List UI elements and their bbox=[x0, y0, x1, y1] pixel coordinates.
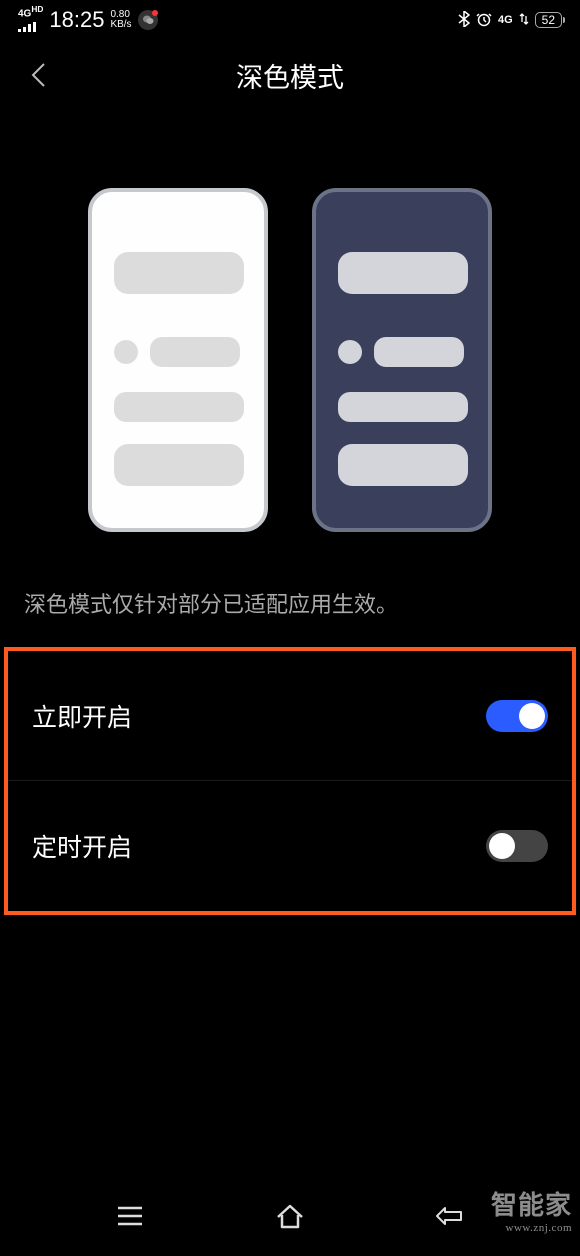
status-left: 4GHD 18:25 0.80 KB/s bbox=[18, 5, 158, 35]
scheduled-label: 定时开启 bbox=[32, 828, 132, 864]
status-right: 4G 52 bbox=[458, 11, 562, 30]
dark-mode-preview[interactable] bbox=[312, 188, 492, 532]
clock: 18:25 bbox=[49, 7, 104, 33]
enable-now-row[interactable]: 立即开启 bbox=[8, 651, 572, 781]
watermark-url: www.znj.com bbox=[491, 1222, 572, 1234]
light-mode-preview[interactable] bbox=[88, 188, 268, 532]
back-button[interactable] bbox=[24, 60, 54, 90]
scheduled-row[interactable]: 定时开启 bbox=[8, 781, 572, 911]
enable-now-toggle[interactable] bbox=[486, 700, 548, 732]
highlighted-settings: 立即开启 定时开启 bbox=[4, 647, 576, 915]
signal-icon: 4GHD bbox=[18, 5, 43, 35]
theme-preview bbox=[0, 110, 580, 567]
header: 深色模式 bbox=[0, 40, 580, 110]
recent-apps-button[interactable] bbox=[110, 1196, 150, 1236]
enable-now-label: 立即开启 bbox=[32, 698, 132, 734]
status-bar: 4GHD 18:25 0.80 KB/s 4G 52 bbox=[0, 0, 580, 40]
network-4g-icon: 4G bbox=[498, 14, 513, 26]
alarm-icon bbox=[476, 11, 492, 30]
bluetooth-icon bbox=[458, 11, 470, 30]
scheduled-toggle[interactable] bbox=[486, 830, 548, 862]
watermark: 智能家 www.znj.com bbox=[491, 1185, 572, 1234]
home-button[interactable] bbox=[270, 1196, 310, 1236]
back-nav-button[interactable] bbox=[430, 1196, 470, 1236]
description-text: 深色模式仅针对部分已适配应用生效。 bbox=[0, 567, 580, 647]
data-arrows-icon bbox=[519, 12, 529, 29]
battery-indicator: 52 bbox=[535, 12, 562, 28]
network-speed: 0.80 KB/s bbox=[110, 10, 131, 30]
page-title: 深色模式 bbox=[0, 56, 580, 95]
wechat-notification-icon bbox=[138, 10, 158, 30]
watermark-main: 智能家 bbox=[491, 1185, 572, 1222]
